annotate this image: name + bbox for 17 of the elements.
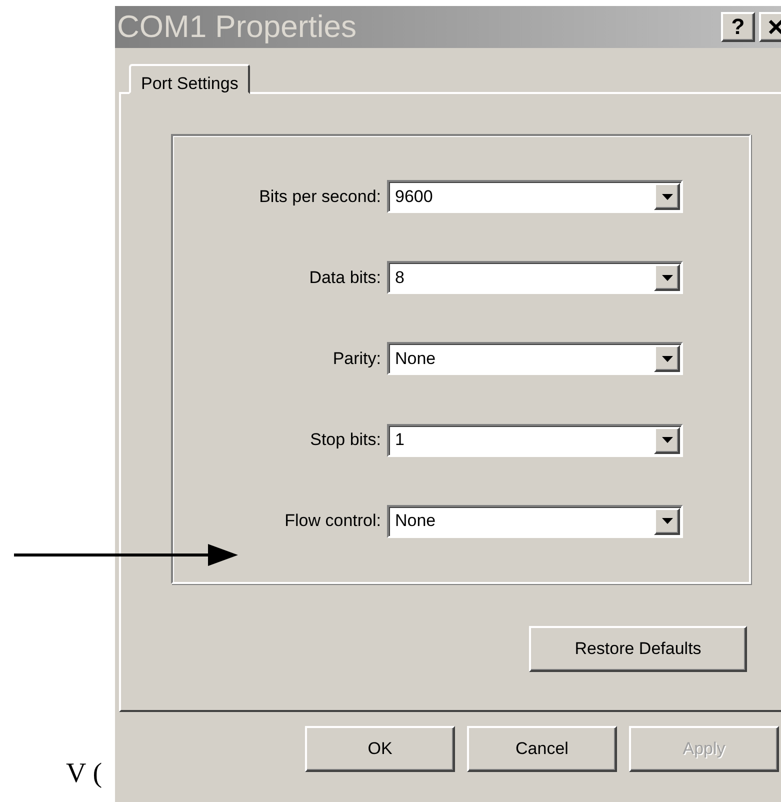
dropdown-field[interactable]: 8 [387,261,683,294]
field-label: Parity: [332,348,382,369]
dropdown-field[interactable]: 9600 [387,180,683,214]
annotation-text: V ( [66,758,102,790]
dropdown-field[interactable]: None [387,342,683,376]
dialog-button[interactable]: Cancel [467,726,617,772]
window-title: COM1 Properties [117,9,358,45]
field-label: Flow control: [284,511,382,532]
restore-defaults-button[interactable]: Restore Defaults [529,626,747,672]
dropdown-field[interactable]: None [387,504,683,538]
tab[interactable]: Port Settings [129,64,250,94]
field-label: Bits per second: [258,186,382,207]
dropdown-field[interactable]: 1 [387,424,683,457]
field-label: Stop bits: [309,430,382,450]
help-button[interactable]: ? [721,12,755,42]
field-label: Data bits: [308,268,382,288]
dialog-button[interactable]: OK [305,726,455,772]
